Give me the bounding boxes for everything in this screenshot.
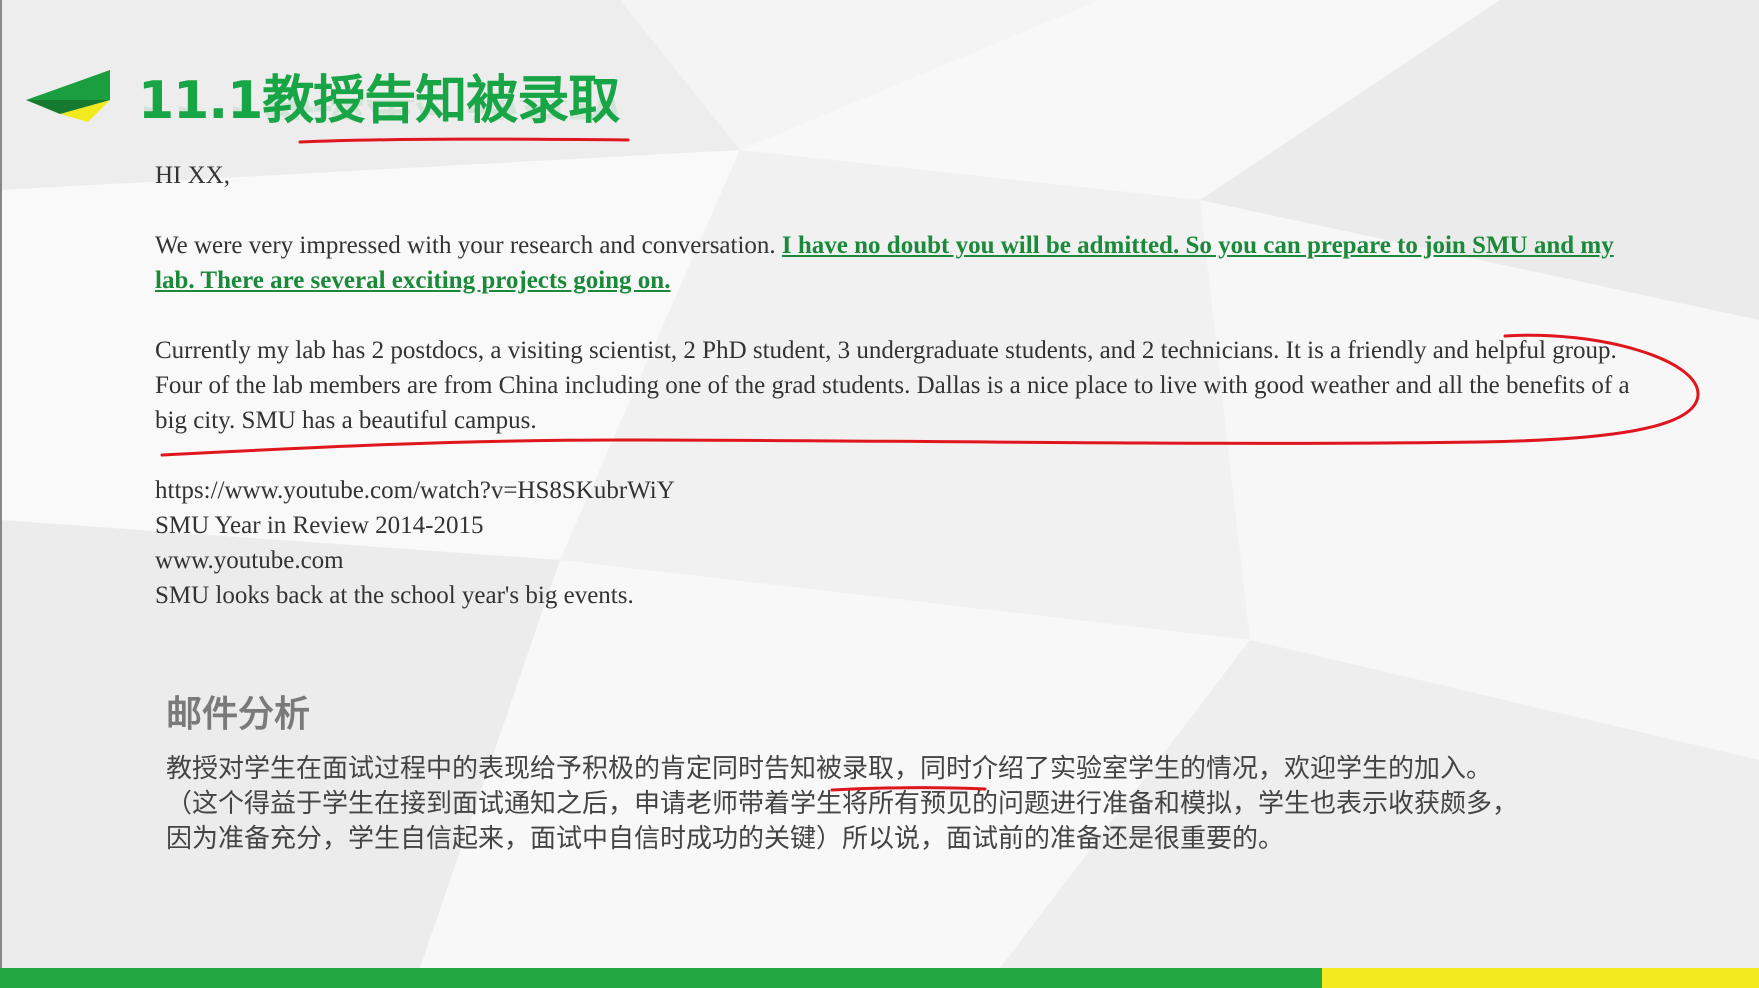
email-paragraph-2: Currently my lab has 2 postdocs, a visit…	[155, 337, 1630, 434]
footer-green-bar	[0, 968, 1322, 988]
video-link-url[interactable]: https://www.youtube.com/watch?v=HS8SKubr…	[155, 473, 1655, 508]
analysis-line-3: 因为准备充分，学生自信起来，面试中自信时成功的关键）所以说，面试前的准备还是很重…	[166, 824, 1285, 854]
email-paragraph-1-text: We were very impressed with your researc…	[155, 232, 782, 259]
footer-yellow-bar	[1322, 968, 1759, 988]
analysis-line-1: 教授对学生在面试过程中的表现给予积极的肯定同时告知被录取，同时介绍了实验室学生的…	[166, 752, 1706, 787]
slide-left-border	[0, 0, 2, 968]
email-paragraph-1: We were very impressed with your researc…	[155, 228, 1655, 298]
page-title: 11.1教授告知被录取	[138, 71, 620, 131]
analysis-line-1a: 教授对学生在面试过程中的表现给予积极的肯定同时	[166, 754, 765, 784]
analysis-line-2: （这个得益于学生在接到面试通知之后，申请老师带着学生将所有预见的问题进行准备和模…	[166, 789, 1519, 819]
video-link-description: SMU looks back at the school year's big …	[155, 582, 634, 609]
analysis-body: 教授对学生在面试过程中的表现给予积极的肯定同时告知被录取，同时介绍了实验室学生的…	[166, 752, 1706, 857]
page-title-reflection: 11.1教授告知被录取	[138, 100, 619, 120]
email-body: HI XX, We were very impressed with your …	[155, 158, 1655, 613]
video-link-domain: www.youtube.com	[155, 547, 344, 574]
analysis-line-1b: ，同时介绍了实验室学生的情况，欢迎学生的加入。	[894, 754, 1493, 784]
analysis-heading: 邮件分析	[166, 694, 311, 735]
paper-plane-logo-icon	[26, 70, 110, 122]
video-link-title: SMU Year in Review 2014-2015	[155, 512, 484, 539]
analysis-admitted-phrase: 告知被录取	[764, 754, 895, 784]
email-greeting: HI XX,	[155, 162, 230, 189]
slide: 11.1教授告知被录取 11.1教授告知被录取 HI XX, We were v…	[0, 0, 1759, 988]
